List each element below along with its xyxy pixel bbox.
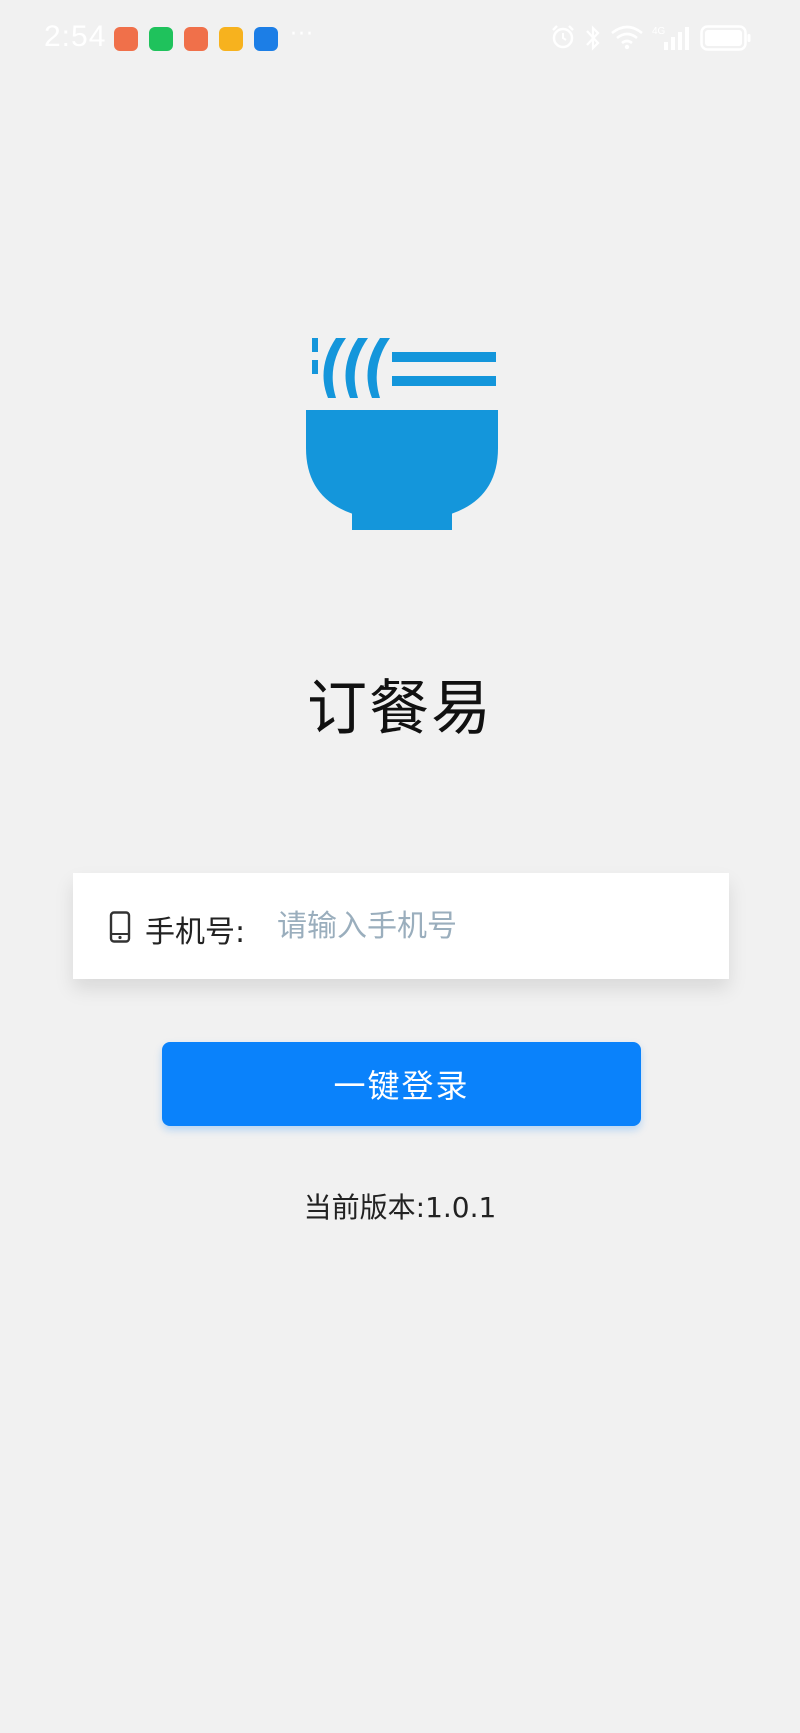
app-title: 订餐易 xyxy=(307,674,493,744)
phone-input-card: 手机号: xyxy=(73,873,729,979)
app-notification-icon xyxy=(219,27,243,51)
noodle-bowl-icon xyxy=(306,338,498,530)
status-time: 2:54 xyxy=(44,20,107,53)
mobile-phone-icon xyxy=(109,911,131,943)
one-click-login-button[interactable]: 一键登录 xyxy=(162,1042,641,1126)
app-notification-icon xyxy=(114,27,138,51)
version-text: 当前版本:1.0.1 xyxy=(303,1191,497,1224)
network-label: 4G xyxy=(652,26,666,37)
overflow-indicator: ··· xyxy=(290,22,314,47)
alarm-icon xyxy=(552,25,574,49)
phone-label: 手机号: xyxy=(145,915,246,950)
cellular-signal-icon: 4G xyxy=(652,26,689,50)
wifi-icon xyxy=(611,25,643,50)
phone-input[interactable] xyxy=(275,899,697,953)
bluetooth-icon xyxy=(586,25,600,51)
battery-icon xyxy=(700,25,751,51)
weather-icon xyxy=(254,27,278,51)
wechat-icon xyxy=(149,27,173,51)
status-bar: 2:54 ··· 4G xyxy=(0,0,800,78)
app-notification-icon xyxy=(184,27,208,51)
